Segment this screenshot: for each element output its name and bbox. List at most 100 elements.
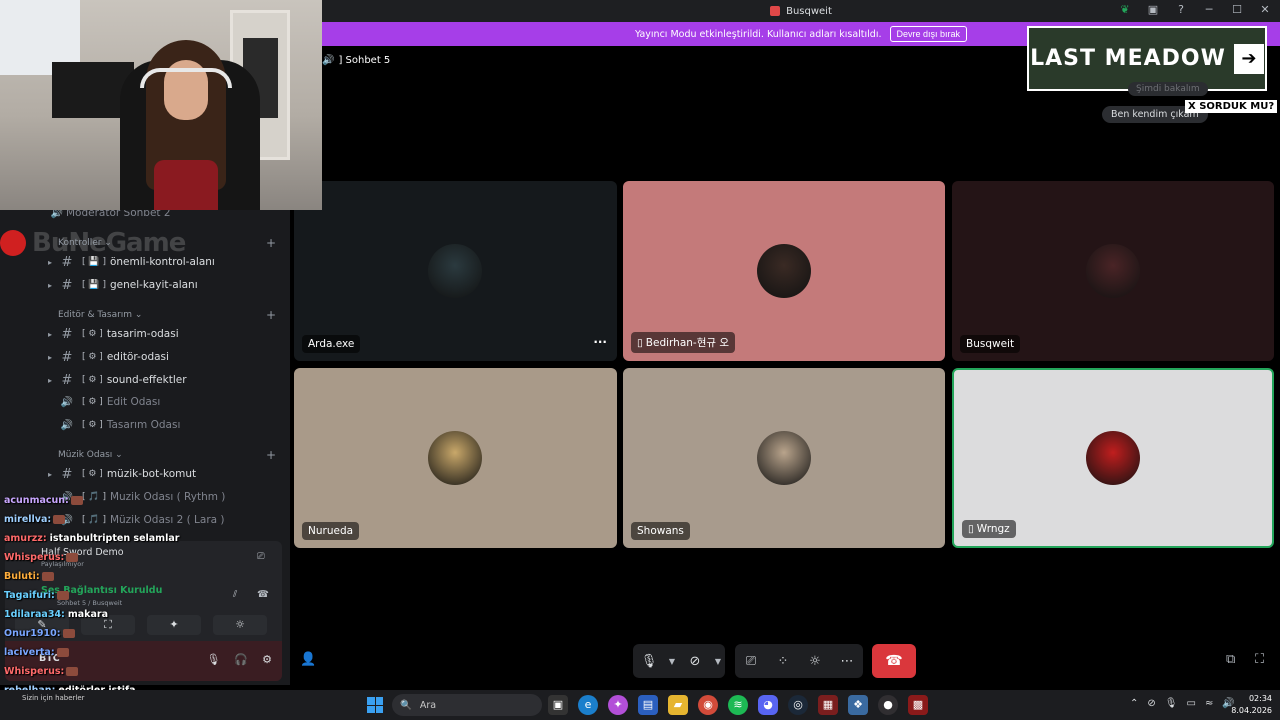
- game-app-icon[interactable]: ▩: [908, 695, 928, 715]
- more-icon[interactable]: ⋯: [831, 654, 863, 669]
- sidebar-channel[interactable]: ▸ # [ ⚙ ] editör-odasi: [48, 347, 169, 367]
- discord-icon[interactable]: ◕: [758, 695, 778, 715]
- chat-message: mirellva:: [4, 514, 66, 525]
- maximize-button[interactable]: ☐: [1230, 3, 1244, 17]
- participant-tile[interactable]: Arda.exe ···: [294, 181, 617, 361]
- chat-username: Whisperus:: [4, 552, 65, 563]
- participant-name: Showans: [637, 525, 684, 537]
- minimize-button[interactable]: ─: [1202, 3, 1216, 17]
- participant-tile[interactable]: Showans: [623, 368, 945, 548]
- edge-icon[interactable]: e: [578, 695, 598, 715]
- arrow-icon: ▸: [48, 280, 53, 290]
- hash-icon: #: [61, 466, 73, 482]
- voice-controls: 🎙 ▼ ⊘ ▼: [633, 644, 725, 678]
- participant-tile[interactable]: Busqweit: [952, 181, 1274, 361]
- obs-icon[interactable]: ●: [878, 695, 898, 715]
- participant-avatar: [428, 431, 482, 485]
- disconnect-button[interactable]: ☎: [872, 644, 916, 678]
- activity-controls: ⎚ ⁘ ☼ ⋯: [735, 644, 863, 678]
- chat-text: makara: [67, 609, 108, 620]
- sidebar-channel[interactable]: ▸ # [ 💾 ] genel-kayit-alanı: [48, 275, 198, 295]
- mobile-icon: ▯: [968, 523, 974, 535]
- spotify-icon[interactable]: ≋: [728, 695, 748, 715]
- chevron-up-icon[interactable]: ⌃: [1130, 698, 1138, 709]
- arrow-icon: ➔: [1233, 43, 1264, 74]
- app-icon[interactable]: ❖: [848, 695, 868, 715]
- sidebar-channel[interactable]: ▸ # [ ⚙ ] sound-effektler: [48, 370, 187, 390]
- explorer-icon[interactable]: ▰: [668, 695, 688, 715]
- participant-name-tag: Busqweit: [960, 335, 1021, 353]
- microphone-icon[interactable]: 🎙: [633, 654, 665, 669]
- taskbar-apps: ▣ e ✦ ▤ ▰ ◉ ≋ ◕ ◎ ▦ ❖ ● ▩: [548, 695, 928, 715]
- news-widget[interactable]: Sizin için haberler: [22, 694, 85, 702]
- copilot-icon[interactable]: ✦: [608, 695, 628, 715]
- sidebar-voice-channel[interactable]: 🔊 [ ⚙ ] Tasarım Odası: [48, 415, 181, 435]
- soundboard-icon[interactable]: ☼: [799, 654, 831, 669]
- help-icon[interactable]: ?: [1174, 3, 1188, 17]
- channel-tag: [ ⚙ ]: [82, 420, 103, 430]
- banner-text: Yayıncı Modu etkinleştirildi. Kullanıcı …: [634, 28, 882, 40]
- chat-username: Buluti:: [4, 571, 40, 582]
- search-placeholder: Ara: [419, 699, 437, 711]
- participant-name: Bedirhan-현규 오: [645, 337, 730, 349]
- chevron-down-icon[interactable]: ▼: [711, 657, 725, 666]
- participant-name-tag: Showans: [631, 522, 690, 540]
- chat-message: laciverta:: [4, 647, 69, 658]
- emote-icon: [56, 591, 69, 600]
- category-header[interactable]: Editör & Tasarım ⌄: [58, 310, 142, 320]
- chrome-icon[interactable]: ◉: [698, 695, 718, 715]
- leaf-icon[interactable]: ❦: [1118, 3, 1132, 17]
- chat-message: Whisperus:: [4, 666, 79, 677]
- window-title: Busqweit: [786, 5, 832, 17]
- taskbar-search[interactable]: 🔍 Ara: [392, 694, 542, 716]
- popout-icon[interactable]: ⧉: [1226, 652, 1235, 667]
- participant-tile[interactable]: ▯ Bedirhan-현규 오: [623, 181, 945, 361]
- channel-tag: [ ⚙ ]: [82, 469, 103, 479]
- add-channel-icon[interactable]: +: [266, 308, 276, 322]
- chat-message: Whisperus:: [4, 552, 79, 563]
- clock[interactable]: 02:34 8.04.2026: [1228, 693, 1272, 717]
- add-person-icon[interactable]: 👤: [300, 652, 316, 667]
- add-channel-icon[interactable]: +: [266, 448, 276, 462]
- add-channel-icon[interactable]: +: [266, 236, 276, 250]
- microphone-icon[interactable]: 🎙: [1165, 698, 1178, 709]
- hash-icon: #: [61, 326, 73, 342]
- steam-icon[interactable]: ◎: [788, 695, 808, 715]
- stream-chat-overlay: acunmacun: mirellva: amurzz: istanbultripte…: [2, 490, 262, 720]
- sidebar-voice-channel[interactable]: 🔊 [ ⚙ ] Edit Odası: [48, 392, 160, 412]
- windows-start-icon[interactable]: [367, 697, 383, 713]
- participant-avatar: [757, 244, 811, 298]
- speaker-icon: 🔊: [322, 55, 335, 66]
- task-view-icon[interactable]: ▣: [548, 695, 568, 715]
- participant-tile[interactable]: Nurueda: [294, 368, 617, 548]
- store-icon[interactable]: ▤: [638, 695, 658, 715]
- game-app-icon[interactable]: ▦: [818, 695, 838, 715]
- channel-label: müzik-bot-komut: [106, 468, 197, 480]
- more-options-button[interactable]: ···: [593, 335, 607, 349]
- category-header[interactable]: Müzik Odası ⌄: [58, 450, 123, 460]
- screen-share-icon[interactable]: ⎚: [735, 654, 767, 669]
- close-button[interactable]: ✕: [1258, 3, 1272, 17]
- participant-avatar: [428, 244, 482, 298]
- channel-tag: [ ⚙ ]: [82, 329, 103, 339]
- inbox-icon[interactable]: ▣: [1146, 3, 1160, 17]
- chevron-down-icon[interactable]: ▼: [665, 657, 679, 666]
- participant-tile[interactable]: ▯ Wrngz: [952, 368, 1274, 548]
- settings-icon[interactable]: ⚙: [262, 653, 272, 666]
- fullscreen-icon[interactable]: ⛶: [1255, 652, 1264, 667]
- chat-username: Tagaifuri:: [4, 590, 55, 601]
- wifi-icon[interactable]: ≈: [1205, 698, 1213, 709]
- sidebar-channel[interactable]: ▸ # [ ⚙ ] tasarim-odasi: [48, 324, 179, 344]
- category-header[interactable]: Kontroller ⌄: [58, 238, 112, 248]
- disable-streamer-mode-button[interactable]: Devre dışı bırak: [889, 26, 968, 42]
- sidebar-channel[interactable]: ▸ # [ 💾 ] önemli-kontrol-alanı: [48, 252, 215, 272]
- network-off-icon[interactable]: ⊘: [1147, 698, 1155, 709]
- display-icon[interactable]: ▭: [1186, 698, 1195, 709]
- hash-icon: #: [61, 277, 73, 293]
- arrow-icon: ▸: [48, 352, 53, 362]
- sidebar-channel[interactable]: ▸ # [ ⚙ ] müzik-bot-komut: [48, 464, 196, 484]
- camera-off-icon[interactable]: ⊘: [679, 654, 711, 669]
- participant-avatar: [1086, 244, 1140, 298]
- participant-name-tag: Nurueda: [302, 522, 360, 540]
- activities-icon[interactable]: ⁘: [767, 654, 799, 669]
